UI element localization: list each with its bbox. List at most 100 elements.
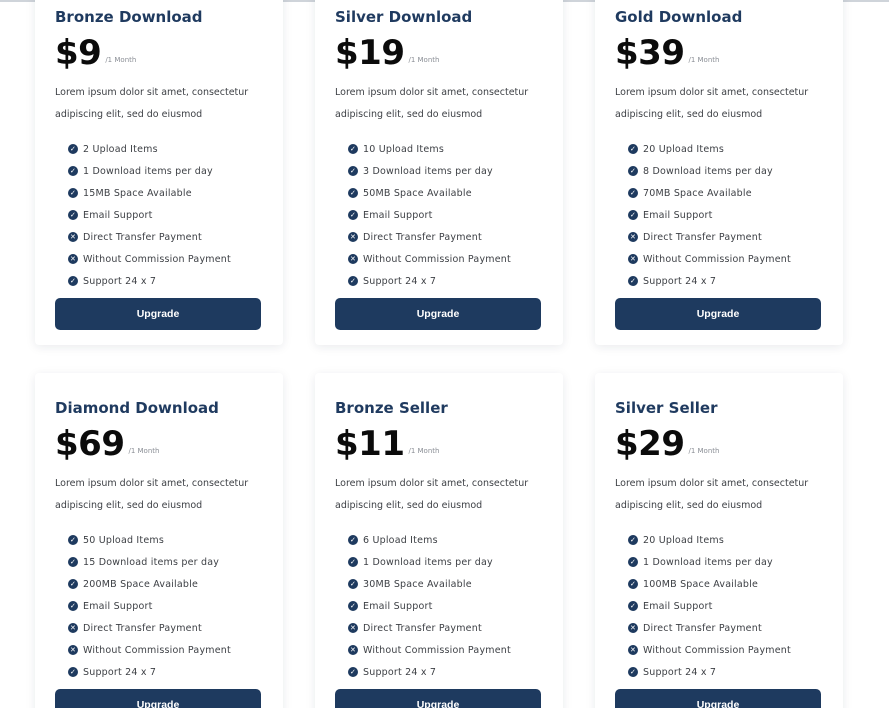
feature-text: 8 Download items per day xyxy=(643,165,773,177)
check-circle-icon: ✓ xyxy=(348,210,358,220)
feature-item: ✓ Support 24 x 7 xyxy=(628,270,823,292)
check-circle-icon: ✓ xyxy=(348,276,358,286)
plan-price: $19 xyxy=(335,33,405,73)
plan-price: $69 xyxy=(55,424,125,464)
check-circle-icon: ✓ xyxy=(628,166,638,176)
check-circle-icon: ✓ xyxy=(628,579,638,589)
plan-description: Lorem ipsum dolor sit amet, consectetur … xyxy=(615,478,809,511)
price-row: $11/1 Month xyxy=(335,423,543,465)
feature-list: ✓ 50 Upload Items ✓ 15 Download items per d… xyxy=(55,529,263,683)
check-circle-icon: ✓ xyxy=(628,535,638,545)
check-circle-icon: ✓ xyxy=(628,188,638,198)
feature-text: Without Commission Payment xyxy=(83,253,231,265)
feature-item: ✓ 15 Download items per day xyxy=(68,551,263,573)
feature-item: ✓ 1 Download items per day xyxy=(628,551,823,573)
feature-item: ✓ 20 Upload Items xyxy=(628,138,823,160)
feature-item: ✓ 100MB Space Available xyxy=(628,573,823,595)
feature-text: Direct Transfer Payment xyxy=(83,231,202,243)
feature-list: ✓ 20 Upload Items ✓ 1 Download items per da… xyxy=(615,529,823,683)
feature-item: ✕ Without Commission Payment xyxy=(348,248,543,270)
feature-text: Email Support xyxy=(643,600,713,612)
check-circle-icon: ✓ xyxy=(628,210,638,220)
upgrade-button[interactable]: Upgrade xyxy=(615,298,821,330)
plan-price: $39 xyxy=(615,33,685,73)
feature-item: ✕ Direct Transfer Payment xyxy=(628,226,823,248)
pricing-card: Silver Seller $29/1 Month Lorem ipsum dolo… xyxy=(595,373,843,708)
check-circle-icon: ✓ xyxy=(68,667,78,677)
feature-list: ✓ 20 Upload Items ✓ 8 Download items per da… xyxy=(615,138,823,292)
billing-period: /1 Month xyxy=(688,447,720,455)
check-circle-icon: ✓ xyxy=(628,557,638,567)
feature-text: 2 Upload Items xyxy=(83,143,158,155)
check-circle-icon: ✓ xyxy=(68,144,78,154)
x-circle-icon: ✕ xyxy=(348,254,358,264)
feature-text: Email Support xyxy=(363,600,433,612)
feature-list: ✓ 10 Upload Items ✓ 3 Download items per da… xyxy=(335,138,543,292)
feature-text: 70MB Space Available xyxy=(643,187,752,199)
x-circle-icon: ✕ xyxy=(628,623,638,633)
feature-text: Direct Transfer Payment xyxy=(83,622,202,634)
feature-item: ✓ Support 24 x 7 xyxy=(348,661,543,683)
feature-list: ✓ 6 Upload Items ✓ 1 Download items per day… xyxy=(335,529,543,683)
upgrade-button[interactable]: Upgrade xyxy=(615,689,821,708)
upgrade-button[interactable]: Upgrade xyxy=(55,298,261,330)
check-circle-icon: ✓ xyxy=(68,210,78,220)
pricing-card: Gold Download $39/1 Month Lorem ipsum dolo… xyxy=(595,0,843,345)
feature-text: Support 24 x 7 xyxy=(83,666,157,678)
feature-text: Without Commission Payment xyxy=(363,644,511,656)
x-circle-icon: ✕ xyxy=(348,623,358,633)
x-circle-icon: ✕ xyxy=(68,645,78,655)
feature-text: 30MB Space Available xyxy=(363,578,472,590)
upgrade-button[interactable]: Upgrade xyxy=(335,689,541,708)
feature-text: Support 24 x 7 xyxy=(363,666,437,678)
feature-item: ✕ Without Commission Payment xyxy=(68,248,263,270)
feature-text: Support 24 x 7 xyxy=(643,275,717,287)
feature-text: 1 Download items per day xyxy=(643,556,773,568)
feature-text: 10 Upload Items xyxy=(363,143,444,155)
plan-price: $29 xyxy=(615,424,685,464)
feature-text: 15MB Space Available xyxy=(83,187,192,199)
feature-item: ✕ Without Commission Payment xyxy=(628,248,823,270)
check-circle-icon: ✓ xyxy=(628,144,638,154)
feature-text: 20 Upload Items xyxy=(643,143,724,155)
feature-item: ✓ Email Support xyxy=(68,204,263,226)
feature-item: ✕ Without Commission Payment xyxy=(68,639,263,661)
feature-text: Without Commission Payment xyxy=(83,644,231,656)
feature-text: Support 24 x 7 xyxy=(643,666,717,678)
check-circle-icon: ✓ xyxy=(628,667,638,677)
feature-item: ✓ Email Support xyxy=(348,204,543,226)
x-circle-icon: ✕ xyxy=(628,254,638,264)
feature-item: ✓ 50 Upload Items xyxy=(68,529,263,551)
feature-text: Email Support xyxy=(83,209,153,221)
plan-description: Lorem ipsum dolor sit amet, consectetur … xyxy=(55,87,249,120)
upgrade-button[interactable]: Upgrade xyxy=(55,689,261,708)
plan-name: Gold Download xyxy=(615,8,743,26)
feature-text: Direct Transfer Payment xyxy=(363,231,482,243)
feature-item: ✓ Support 24 x 7 xyxy=(348,270,543,292)
feature-text: 50 Upload Items xyxy=(83,534,164,546)
feature-item: ✓ 50MB Space Available xyxy=(348,182,543,204)
plan-price: $11 xyxy=(335,424,405,464)
feature-item: ✓ Email Support xyxy=(628,204,823,226)
billing-period: /1 Month xyxy=(688,56,720,64)
check-circle-icon: ✓ xyxy=(68,601,78,611)
plan-description: Lorem ipsum dolor sit amet, consectetur … xyxy=(335,87,529,120)
pricing-viewport: Bronze Download $9/1 Month Lorem ipsum dol… xyxy=(0,0,889,708)
feature-item: ✓ 20 Upload Items xyxy=(628,529,823,551)
feature-item: ✓ 1 Download items per day xyxy=(68,160,263,182)
check-circle-icon: ✓ xyxy=(348,188,358,198)
upgrade-button[interactable]: Upgrade xyxy=(335,298,541,330)
feature-item: ✓ Support 24 x 7 xyxy=(68,270,263,292)
x-circle-icon: ✕ xyxy=(68,623,78,633)
check-circle-icon: ✓ xyxy=(68,276,78,286)
feature-text: Without Commission Payment xyxy=(643,644,791,656)
feature-item: ✕ Direct Transfer Payment xyxy=(348,226,543,248)
feature-text: 50MB Space Available xyxy=(363,187,472,199)
check-circle-icon: ✓ xyxy=(68,557,78,567)
feature-item: ✓ 1 Download items per day xyxy=(348,551,543,573)
pricing-card: Bronze Download $9/1 Month Lorem ipsum dol… xyxy=(35,0,283,345)
feature-text: Support 24 x 7 xyxy=(363,275,437,287)
feature-text: Without Commission Payment xyxy=(643,253,791,265)
billing-period: /1 Month xyxy=(408,447,440,455)
feature-item: ✕ Without Commission Payment xyxy=(348,639,543,661)
